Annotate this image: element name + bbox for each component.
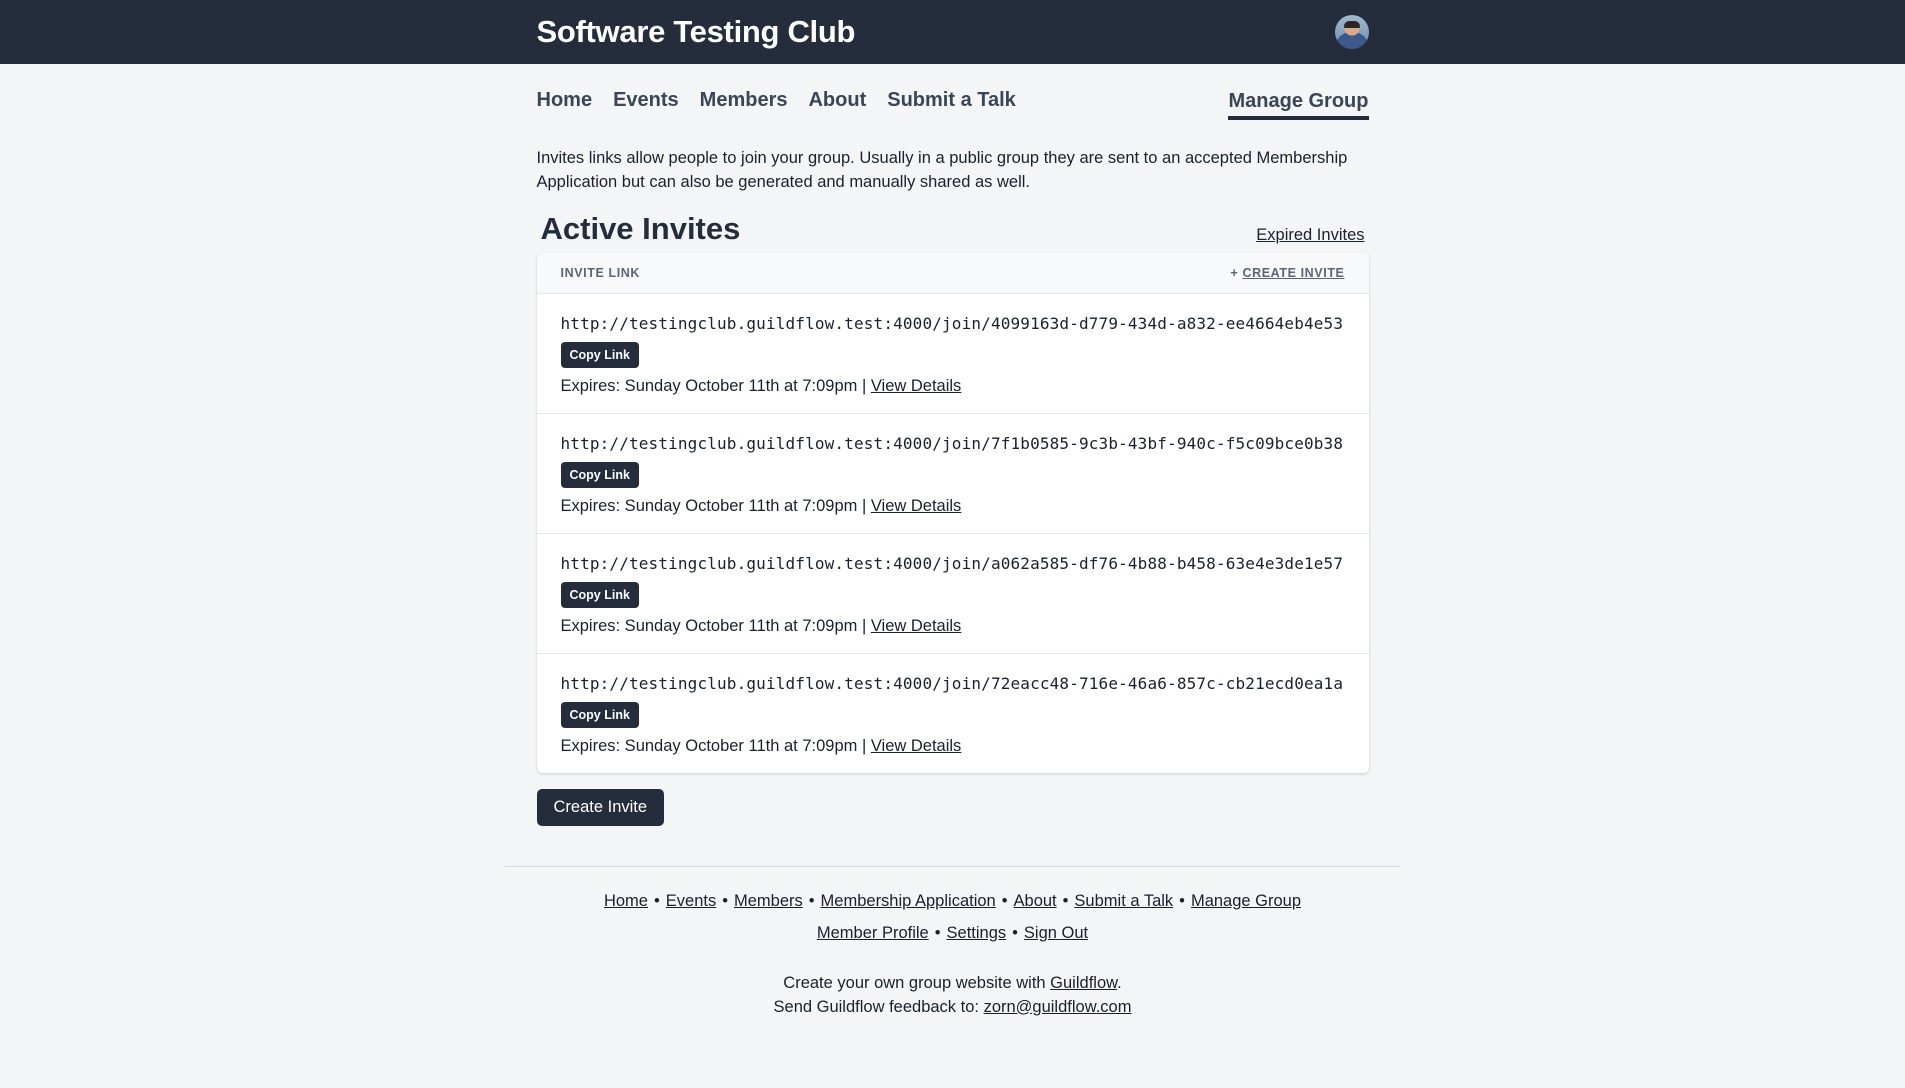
nav-submit-talk[interactable]: Submit a Talk [887,89,1016,120]
footer-link-manage-group[interactable]: Manage Group [1191,892,1301,910]
invite-url: http://testingclub.guildflow.test:4000/j… [560,673,1344,693]
invite-url: http://testingclub.guildflow.test:4000/j… [560,553,1344,573]
intro-text: Invites links allow people to join your … [536,149,1348,191]
nav-members[interactable]: Members [700,89,788,120]
separator: • [1179,891,1185,910]
separator: • [808,891,815,910]
separator: • [653,891,660,910]
feedback-text: Send Guildflow feedback to: [773,997,984,1016]
footer-link-settings[interactable]: Settings [947,924,1007,942]
footer-link-membership-application[interactable]: Membership Application [821,892,996,910]
top-bar: Software Testing Club [0,0,1905,64]
expires-label: Expires: Sunday October 11th at 7:09pm | [560,376,871,395]
invite-url: http://testingclub.guildflow.test:4000/j… [560,433,1344,453]
expires-label: Expires: Sunday October 11th at 7:09pm | [560,496,871,515]
footer: Home • Events • Members • Membership Applicati… [504,865,1401,1019]
expires-label: Expires: Sunday October 11th at 7:09pm | [560,736,871,755]
separator: • [722,891,728,910]
table-row: http://testingclub.guildflow.test:4000/j… [536,534,1369,654]
expires-text: Expires: Sunday October 11th at 7:09pm |… [561,377,1345,396]
footer-link-submit-talk[interactable]: Submit a Talk [1074,892,1173,910]
feedback-email-link[interactable]: zorn@guildflow.com [984,998,1132,1016]
nav-manage-group[interactable]: Manage Group [1228,90,1369,120]
copy-link-button[interactable]: Copy Link [560,341,639,368]
table-row: http://testingclub.guildflow.test:4000/j… [536,414,1369,534]
separator: • [1062,891,1069,910]
footer-link-sign-out[interactable]: Sign Out [1024,924,1088,942]
copy-link-button[interactable]: Copy Link [560,701,639,728]
site-title[interactable]: Software Testing Club [537,14,856,50]
footer-link-members[interactable]: Members [734,892,803,910]
invite-url: http://testingclub.guildflow.test:4000/j… [560,313,1344,333]
table-row: http://testingclub.guildflow.test:4000/j… [536,294,1369,414]
separator: • [1012,923,1018,942]
expired-invites-link[interactable]: Expired Invites [1256,226,1364,245]
view-details-link[interactable]: View Details [871,497,961,515]
table-header: INVITE LINK + CREATE INVITE [536,252,1369,294]
column-header-invite-link: INVITE LINK [560,265,641,280]
expires-text: Expires: Sunday October 11th at 7:09pm |… [561,737,1345,756]
plus-icon: + [1230,265,1243,280]
guildflow-link[interactable]: Guildflow [1050,974,1117,992]
view-details-link[interactable]: View Details [871,617,961,635]
footer-credits: Create your own group website with Guild… [505,971,1401,1019]
table-row: http://testingclub.guildflow.test:4000/j… [537,654,1369,773]
expires-label: Expires: Sunday October 11th at 7:09pm | [560,616,871,635]
user-avatar[interactable] [1334,15,1369,49]
footer-link-about[interactable]: About [1014,892,1057,910]
copy-link-button[interactable]: Copy Link [560,581,639,608]
separator: • [1001,891,1008,910]
nav-about[interactable]: About [808,89,866,120]
view-details-link[interactable]: View Details [871,737,961,755]
credit-period: . [1117,973,1122,992]
create-invite-link-label[interactable]: CREATE INVITE [1242,266,1344,280]
feedback-line: Send Guildflow feedback to: zorn@guildfl… [505,995,1401,1019]
page-title: Active Invites [540,210,741,246]
invites-table: INVITE LINK + CREATE INVITE http://testi… [536,252,1369,773]
create-invite-button[interactable]: Create Invite [536,788,665,826]
footer-link-events[interactable]: Events [666,892,716,910]
credit-text: Create your own group website with [783,973,1051,992]
expires-text: Expires: Sunday October 11th at 7:09pm |… [561,497,1345,516]
section-header: Active Invites Expired Invites [537,211,1369,247]
footer-links-account: Member Profile • Settings • Sign Out [505,917,1401,949]
create-invite-link[interactable]: + CREATE INVITE [1230,266,1344,280]
main-nav: Home Events Members About Submit a Talk … [537,72,1369,120]
footer-link-member-profile[interactable]: Member Profile [817,924,929,942]
credit-line: Create your own group website with Guild… [505,971,1401,995]
nav-events[interactable]: Events [613,89,679,120]
nav-home[interactable]: Home [537,89,593,120]
expires-text: Expires: Sunday October 11th at 7:09pm |… [561,617,1345,636]
separator: • [934,923,941,942]
copy-link-button[interactable]: Copy Link [560,461,639,488]
footer-link-home[interactable]: Home [604,892,648,910]
view-details-link[interactable]: View Details [871,377,961,395]
footer-links-primary: Home • Events • Members • Membership Applicati… [505,885,1401,917]
